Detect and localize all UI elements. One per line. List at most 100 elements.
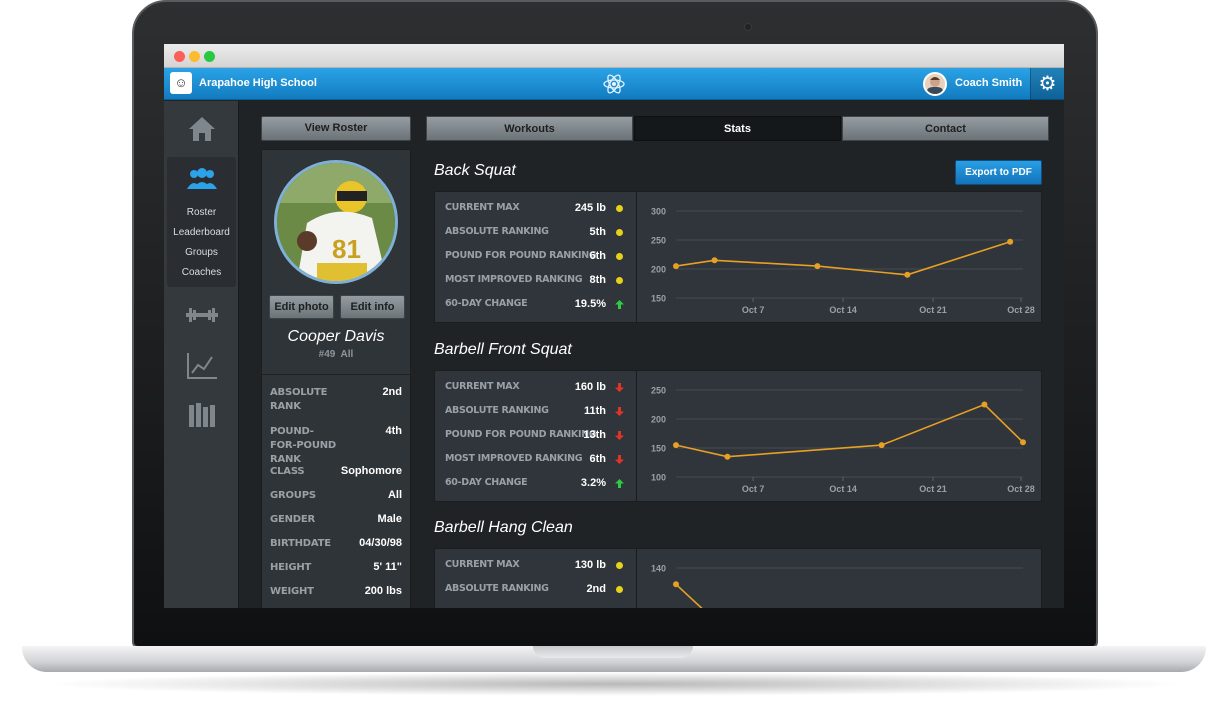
stat-label: POUND FOR POUND RANKING — [445, 429, 597, 440]
atom-logo-icon — [603, 74, 625, 94]
line-chart: 140 — [638, 549, 1041, 608]
line-chart: 150 200 250 300 Oct 7 Oct 14 Oct 21 Oct 28 — [638, 192, 1041, 322]
y-tick-label: 250 — [651, 386, 666, 396]
minimize-window-button[interactable] — [189, 51, 200, 62]
tab-stats[interactable]: Stats — [634, 116, 841, 141]
stat-value: 13th — [583, 429, 606, 441]
status-dot-icon — [616, 562, 623, 569]
sidebar-item-groups[interactable]: Groups — [164, 247, 239, 258]
coach-avatar[interactable] — [923, 72, 947, 96]
x-tick-label: Oct 28 — [1007, 484, 1035, 494]
data-point[interactable] — [711, 257, 718, 264]
data-point[interactable] — [673, 581, 679, 588]
data-point[interactable] — [724, 453, 731, 460]
status-dot-icon — [616, 253, 623, 260]
status-dot-icon — [616, 277, 623, 284]
data-point[interactable] — [814, 263, 821, 270]
stat-label: CURRENT MAX — [445, 202, 520, 213]
attribute-label: HEIGHT — [270, 562, 312, 573]
data-point[interactable] — [1020, 439, 1026, 446]
tab-workouts[interactable]: Workouts — [426, 116, 633, 141]
series-line — [675, 240, 1011, 276]
data-point[interactable] — [1007, 238, 1014, 245]
maximize-window-button[interactable] — [204, 51, 215, 62]
coach-name[interactable]: Coach Smith — [955, 77, 1022, 89]
attribute-value: 5' 11" — [373, 561, 402, 573]
arrow-up-icon — [615, 479, 624, 488]
stat-value: 6th — [589, 453, 607, 465]
arrow-down-icon — [615, 431, 624, 440]
tab-contact[interactable]: Contact — [842, 116, 1049, 141]
stat-value: 130 lb — [574, 559, 606, 571]
stat-panel: CURRENT MAX 130 lb ABSOLUTE RANKING 2nd 140 — [434, 548, 1042, 608]
series-line — [675, 583, 703, 608]
users-icon[interactable] — [164, 167, 239, 196]
chart-icon[interactable] — [164, 351, 239, 386]
stat-label: ABSOLUTE RANKING — [445, 226, 549, 237]
x-tick-label: Oct 7 — [742, 305, 765, 315]
laptop-notch — [533, 646, 693, 658]
y-tick-label: 150 — [651, 294, 666, 304]
x-tick-label: Oct 21 — [919, 305, 947, 315]
series-line — [675, 403, 1024, 458]
data-point[interactable] — [981, 401, 988, 408]
data-point[interactable] — [673, 442, 679, 449]
y-tick-label: 250 — [651, 236, 666, 246]
laptop-shadow — [40, 672, 1190, 696]
tab-bar: Workouts Stats Contact — [426, 116, 1049, 142]
laptop-mockup: ☺ Arapahoe High School Coach Smith ⚙ Ros… — [0, 0, 1228, 722]
stats-list: CURRENT MAX 160 lb ABSOLUTE RANKING 11th POU… — [435, 371, 637, 501]
player-number: #49 — [318, 349, 336, 360]
export-pdf-button[interactable]: Export to PDF — [955, 160, 1042, 185]
section-title: Barbell Front Squat — [434, 341, 572, 358]
stat-panel: CURRENT MAX 160 lb ABSOLUTE RANKING 11th POU… — [434, 370, 1042, 502]
attribute-value: 2nd — [382, 386, 402, 398]
gear-icon[interactable]: ⚙ — [1030, 68, 1064, 100]
dumbbell-icon[interactable] — [164, 305, 239, 330]
stat-label: MOST IMPROVED RANKING — [445, 274, 583, 285]
player-number-group: #49 All — [262, 349, 410, 360]
stat-label: MOST IMPROVED RANKING — [445, 453, 583, 464]
attribute-value: 200 lbs — [364, 585, 402, 597]
app-header: ☺ Arapahoe High School Coach Smith ⚙ — [164, 68, 1064, 100]
stat-value: 2nd — [586, 583, 606, 595]
stat-value: 245 lb — [574, 202, 606, 214]
x-tick-label: Oct 28 — [1007, 305, 1035, 315]
edit-info-button[interactable]: Edit info — [340, 295, 405, 319]
stat-value: 8th — [589, 274, 607, 286]
stats-list: CURRENT MAX 245 lb ABSOLUTE RANKING 5th POUN… — [435, 192, 637, 322]
x-tick-label: Oct 7 — [742, 484, 765, 494]
data-point[interactable] — [673, 263, 679, 270]
stat-value: 6th — [589, 250, 607, 262]
data-point[interactable] — [904, 271, 911, 278]
books-icon[interactable] — [164, 401, 239, 434]
sidebar-item-roster[interactable]: Roster — [164, 207, 239, 218]
attribute-value: All — [387, 489, 402, 501]
stat-label: CURRENT MAX — [445, 381, 520, 392]
view-roster-button[interactable]: View Roster — [261, 116, 411, 141]
chart-svg: 100 150 200 250 Oct 7 Oct 14 Oct 21 Oct 28 — [651, 386, 1035, 495]
attribute-label: ABSOLUTE RANK — [270, 387, 328, 412]
status-dot-icon — [616, 205, 623, 212]
sidebar-item-coaches[interactable]: Coaches — [164, 267, 239, 278]
sidebar: Roster Leaderboard Groups Coaches — [164, 101, 239, 608]
chart-svg: 140 — [651, 564, 1023, 608]
close-window-button[interactable] — [174, 51, 185, 62]
edit-photo-button[interactable]: Edit photo — [269, 295, 334, 319]
attribute-value: Male — [377, 513, 402, 525]
arrow-down-icon — [615, 383, 624, 392]
sidebar-item-leaderboard[interactable]: Leaderboard — [164, 227, 239, 238]
attribute-label: POUND-FOR-POUND RANK — [270, 426, 337, 465]
stat-label: 60-DAY CHANGE — [445, 298, 528, 309]
y-tick-label: 200 — [651, 415, 666, 425]
data-point[interactable] — [878, 442, 885, 449]
attribute-value: 04/30/98 — [359, 537, 402, 549]
y-tick-label: 300 — [651, 207, 666, 217]
stat-value: 19.5% — [574, 298, 606, 310]
player-group: All — [340, 349, 354, 360]
stat-value: 160 lb — [574, 381, 606, 393]
attribute-label: BIRTHDATE — [270, 538, 331, 549]
home-icon[interactable] — [164, 115, 239, 148]
status-dot-icon — [616, 229, 623, 236]
school-name: Arapahoe High School — [199, 77, 317, 89]
